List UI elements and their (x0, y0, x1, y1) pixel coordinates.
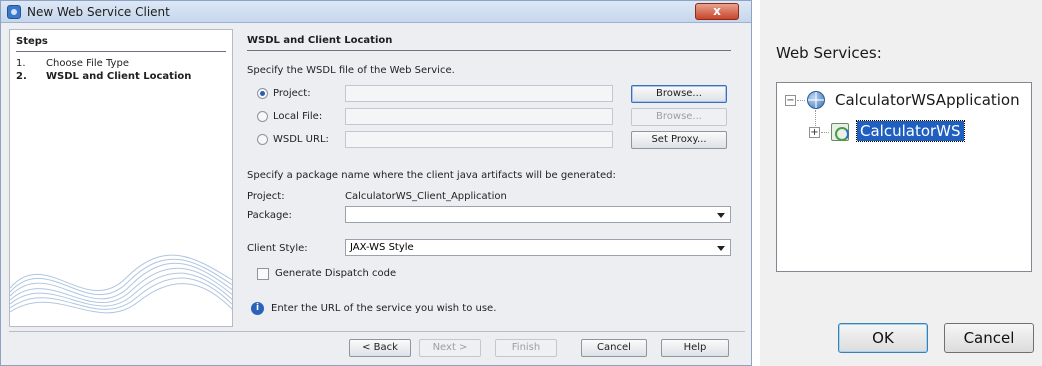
steps-panel: Steps 1. Choose File Type 2. WSDL and Clie… (9, 29, 233, 327)
local-file-field[interactable] (345, 108, 613, 125)
ws-cancel-button[interactable]: Cancel (944, 323, 1034, 353)
specify-wsdl-text: Specify the WSDL file of the Web Service… (247, 65, 455, 76)
project-radio[interactable] (257, 88, 268, 99)
help-button[interactable]: Help (661, 339, 729, 357)
finish-button[interactable]: Finish (495, 339, 557, 357)
package-prompt-text: Specify a package name where the client … (247, 170, 616, 181)
step-wsdl-client-location: 2. WSDL and Client Location (16, 71, 192, 82)
globe-icon (807, 91, 825, 109)
tree-connector (821, 132, 829, 133)
expand-child-toggle[interactable]: + (809, 127, 820, 138)
web-services-panel: Web Services: − CalculatorWSApplication … (760, 0, 1042, 366)
generate-dispatch-checkbox[interactable] (257, 268, 269, 280)
project-browse-button[interactable]: Browse... (631, 85, 727, 103)
set-proxy-button[interactable]: Set Proxy... (631, 131, 727, 149)
web-services-label: Web Services: (776, 44, 882, 62)
local-file-browse-button[interactable]: Browse... (631, 108, 727, 126)
chevron-down-icon (717, 213, 725, 218)
project-radio-label: Project: (273, 88, 311, 99)
section-divider (247, 50, 731, 51)
client-style-select[interactable]: JAX-WS Style (345, 239, 731, 256)
local-file-radio[interactable] (257, 111, 268, 122)
ok-button[interactable]: OK (838, 323, 928, 353)
button-bar-divider (9, 331, 745, 332)
info-message: Enter the URL of the service you wish to… (271, 303, 497, 314)
back-button[interactable]: < Back (349, 339, 411, 357)
client-style-label: Client Style: (247, 243, 308, 254)
next-button[interactable]: Next > (419, 339, 481, 357)
new-web-service-client-dialog: New Web Service Client x Steps 1. Choose … (0, 0, 752, 366)
title-bar[interactable]: New Web Service Client x (1, 1, 751, 23)
collapse-root-toggle[interactable]: − (785, 95, 796, 106)
cancel-button[interactable]: Cancel (581, 339, 647, 357)
wsdl-url-radio[interactable] (257, 134, 268, 145)
section-title: WSDL and Client Location (247, 35, 393, 46)
project-label: Project: (247, 191, 285, 202)
tree-connector (815, 110, 816, 128)
wizard-content: WSDL and Client Location Specify the WSD… (247, 29, 737, 327)
local-file-label: Local File: (273, 111, 323, 122)
tree-connector (797, 100, 805, 101)
dialog-title: New Web Service Client (27, 5, 170, 19)
project-value: CalculatorWS_Client_Application (345, 191, 507, 202)
wsdl-url-label: WSDL URL: (273, 134, 329, 145)
close-button[interactable]: x (695, 3, 739, 20)
web-services-tree[interactable]: − CalculatorWSApplication + CalculatorWS (776, 82, 1032, 272)
tree-root-label[interactable]: CalculatorWSApplication (835, 91, 1020, 109)
package-combobox[interactable] (345, 206, 731, 223)
decorative-wave-image (10, 254, 232, 314)
netbeans-app-icon (7, 5, 21, 19)
chevron-down-icon (717, 246, 725, 251)
tree-child-label[interactable]: CalculatorWS (856, 120, 965, 142)
wsdl-url-field[interactable] (345, 131, 613, 148)
client-style-value: JAX-WS Style (350, 242, 414, 253)
steps-divider (16, 51, 226, 52)
info-icon: i (251, 302, 264, 315)
package-label: Package: (247, 210, 292, 221)
web-service-icon (831, 123, 849, 141)
step-choose-file-type: 1. Choose File Type (16, 58, 129, 69)
project-field[interactable] (345, 85, 613, 102)
steps-header: Steps (16, 36, 48, 47)
generate-dispatch-label: Generate Dispatch code (275, 268, 397, 279)
